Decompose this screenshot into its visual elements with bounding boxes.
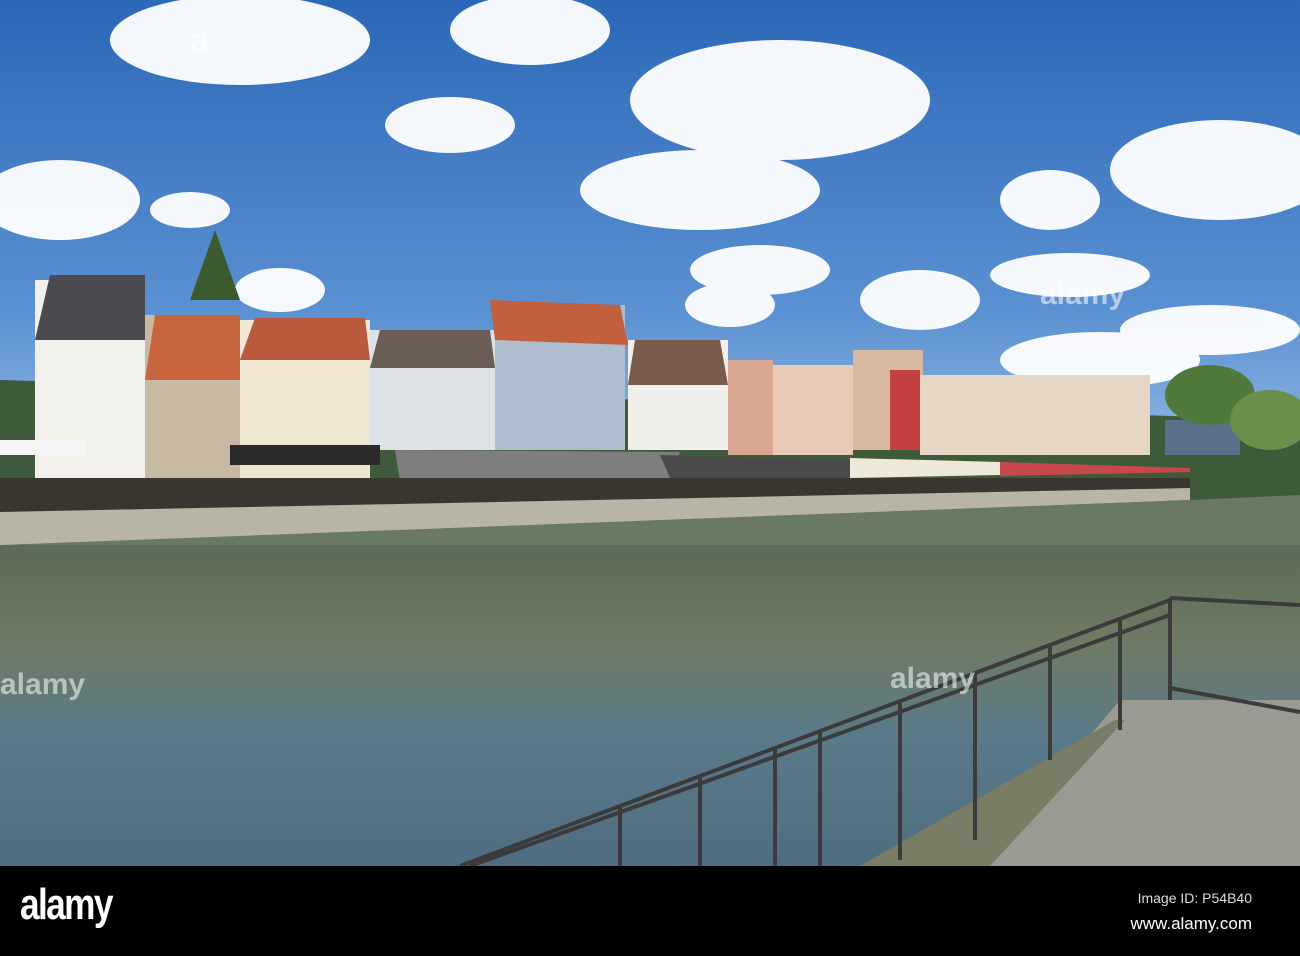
watermark-tile: alamy [0,668,86,701]
watermark-bar: alamy Image ID: P54B40 www.alamy.com [0,866,1300,956]
site-url: www.alamy.com [1130,914,1252,933]
watermark-tile: alamy [1040,278,1126,311]
watermark-tile: a [190,22,209,60]
watermark-tile: alamy [890,662,976,695]
alamy-logo: alamy [20,880,113,929]
riverside-photo [0,0,1300,866]
image-id: Image ID: P54B40 [1137,890,1252,906]
